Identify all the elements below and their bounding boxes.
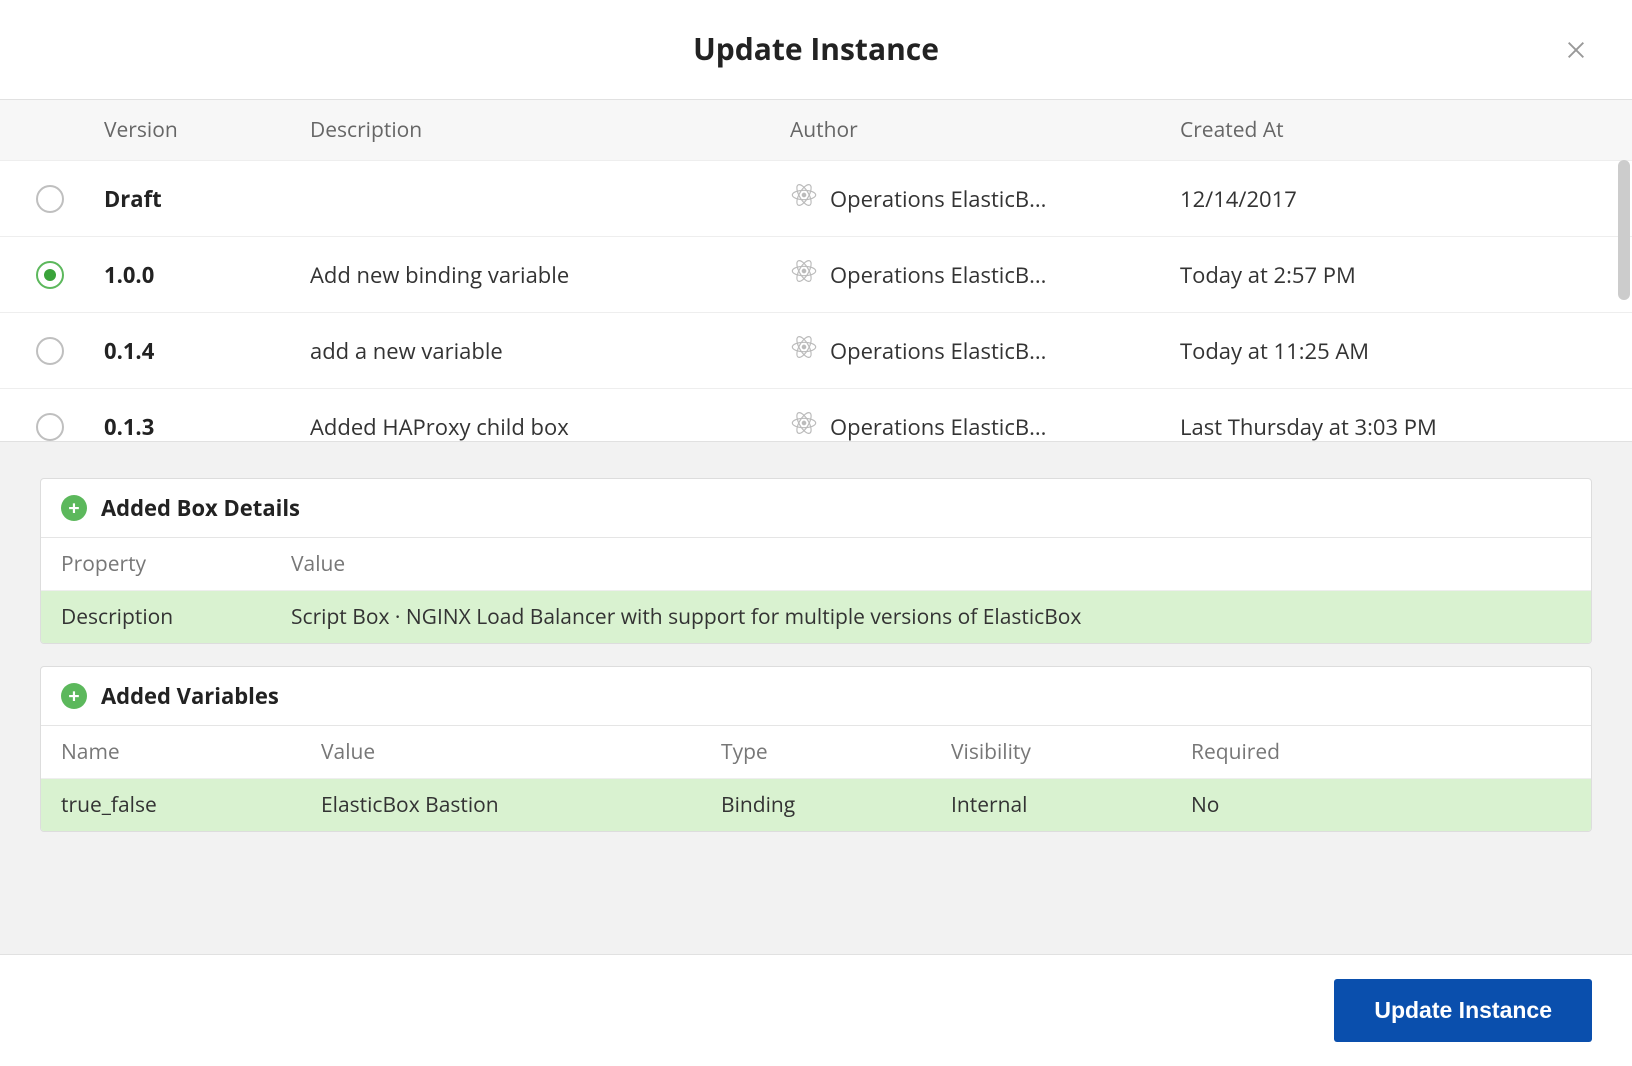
modal-title: Update Instance: [40, 28, 1592, 69]
cell-version: 0.1.3: [100, 392, 310, 442]
var-th-type: Type: [721, 738, 951, 766]
cell-author: Operations ElasticB...: [790, 237, 1180, 312]
cell-version: 0.1.4: [100, 316, 310, 386]
panel-title: Added Variables: [101, 681, 279, 711]
author-label: Operations ElasticB...: [830, 260, 1046, 290]
kv-value: Script Box · NGINX Load Balancer with su…: [291, 603, 1571, 631]
close-icon: [1565, 39, 1587, 61]
cell-description: Add new binding variable: [310, 240, 790, 310]
update-instance-button[interactable]: Update Instance: [1334, 979, 1592, 1042]
kv-property: Description: [61, 603, 291, 631]
update-instance-modal: Update Instance Version Description Auth…: [0, 0, 1632, 1066]
panel-title: Added Box Details: [101, 493, 300, 523]
panel-header: + Added Box Details: [41, 479, 1591, 538]
scrollbar[interactable]: [1618, 160, 1630, 300]
table-row[interactable]: Draft Operations ElasticB... 12/14/2017: [0, 161, 1632, 237]
panel-header: + Added Variables: [41, 667, 1591, 726]
var-visibility: Internal: [951, 791, 1191, 819]
th-description: Description: [310, 100, 790, 160]
close-button[interactable]: [1560, 34, 1592, 66]
cell-description: Added HAProxy child box: [310, 392, 790, 442]
th-author: Author: [790, 100, 1180, 160]
kv-th-property: Property: [61, 550, 291, 578]
author-label: Operations ElasticB...: [830, 336, 1046, 366]
cell-created-at: Today at 11:25 AM: [1180, 316, 1560, 386]
var-value: ElasticBox Bastion: [321, 791, 721, 819]
panel-variables: + Added Variables Name Value Type Visibi…: [40, 666, 1592, 832]
radio-version[interactable]: [36, 185, 64, 213]
var-header: Name Value Type Visibility Required: [41, 726, 1591, 779]
cell-author: Operations ElasticB...: [790, 313, 1180, 388]
atom-icon: [790, 333, 818, 368]
radio-version[interactable]: [36, 413, 64, 441]
table-header-row: Version Description Author Created At: [0, 100, 1632, 161]
modal-header: Update Instance: [0, 0, 1632, 100]
cell-created-at: 12/14/2017: [1180, 164, 1560, 234]
var-th-required: Required: [1191, 738, 1571, 766]
cell-author: Operations ElasticB...: [790, 161, 1180, 236]
atom-icon: [790, 257, 818, 292]
modal-footer: Update Instance: [0, 954, 1632, 1066]
var-type: Binding: [721, 791, 951, 819]
th-version: Version: [100, 100, 310, 160]
cell-created-at: Today at 2:57 PM: [1180, 240, 1560, 310]
cell-version: Draft: [100, 164, 310, 234]
cell-description: [310, 179, 790, 219]
table-row[interactable]: 0.1.4 add a new variable Operations Elas…: [0, 313, 1632, 389]
cell-description: add a new variable: [310, 316, 790, 386]
var-th-value: Value: [321, 738, 721, 766]
radio-version[interactable]: [36, 337, 64, 365]
panel-box-details: + Added Box Details Property Value Descr…: [40, 478, 1592, 644]
details-area: + Added Box Details Property Value Descr…: [0, 442, 1632, 954]
cell-created-at: Last Thursday at 3:03 PM: [1180, 392, 1560, 442]
atom-icon: [790, 409, 818, 441]
author-label: Operations ElasticB...: [830, 184, 1046, 214]
table-rows[interactable]: Draft Operations ElasticB... 12/14/2017 …: [0, 161, 1632, 441]
kv-row: Description Script Box · NGINX Load Bala…: [41, 591, 1591, 643]
cell-author: Operations ElasticB...: [790, 389, 1180, 441]
cell-version: 1.0.0: [100, 240, 310, 310]
var-row: true_false ElasticBox Bastion Binding In…: [41, 779, 1591, 831]
var-th-name: Name: [61, 738, 321, 766]
atom-icon: [790, 181, 818, 216]
plus-icon: +: [61, 683, 87, 709]
var-name: true_false: [61, 791, 321, 819]
plus-icon: +: [61, 495, 87, 521]
var-th-visibility: Visibility: [951, 738, 1191, 766]
var-required: No: [1191, 791, 1571, 819]
author-label: Operations ElasticB...: [830, 412, 1046, 442]
th-created-at: Created At: [1180, 100, 1560, 160]
table-row[interactable]: 1.0.0 Add new binding variable Operation…: [0, 237, 1632, 313]
kv-header: Property Value: [41, 538, 1591, 591]
radio-version[interactable]: [36, 261, 64, 289]
version-table: Version Description Author Created At Dr…: [0, 100, 1632, 442]
kv-th-value: Value: [291, 550, 1571, 578]
table-row[interactable]: 0.1.3 Added HAProxy child box Operations…: [0, 389, 1632, 441]
